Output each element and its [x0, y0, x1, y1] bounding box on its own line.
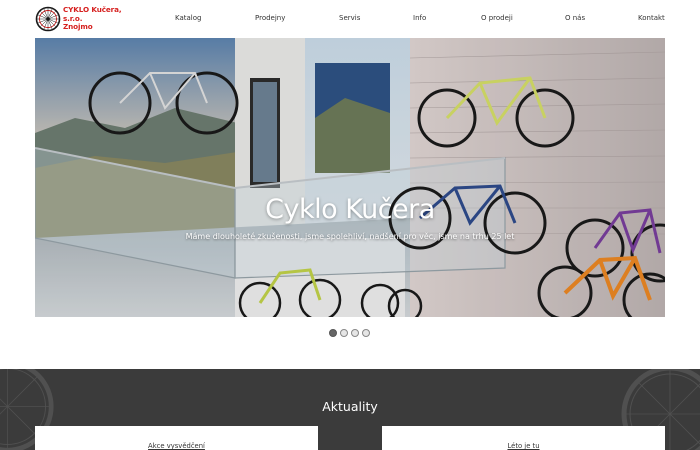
news-heading: Aktuality [322, 399, 378, 414]
slider-dot-4[interactable] [362, 329, 370, 337]
hero-subtitle: Máme dlouholeté zkušenosti, jsme spolehl… [185, 232, 515, 241]
nav-item-servis[interactable]: Servis [339, 14, 360, 22]
slider-dot-1[interactable] [329, 329, 337, 337]
news-card-1[interactable]: Akce vysvědčení [35, 426, 318, 450]
slider-pagination [329, 329, 370, 337]
main-nav: Katalog Prodejny Servis Info O prodeji O… [0, 14, 700, 26]
nav-item-o-prodeji[interactable]: O prodeji [481, 14, 513, 22]
nav-item-info[interactable]: Info [413, 14, 426, 22]
nav-item-katalog[interactable]: Katalog [175, 14, 201, 22]
news-section: Aktuality Akce vysvědčení Léto je tu [0, 369, 700, 450]
nav-item-prodejny[interactable]: Prodejny [255, 14, 285, 22]
news-card-1-link[interactable]: Akce vysvědčení [35, 442, 318, 450]
hero-title: Cyklo Kučera [265, 194, 435, 225]
site-header: CYKLO Kučera, s.r.o. Znojmo Katalog Prod… [0, 0, 700, 38]
nav-item-kontakt[interactable]: Kontakt [638, 14, 665, 22]
nav-item-o-nas[interactable]: O nás [565, 14, 585, 22]
news-card-2[interactable]: Léto je tu [382, 426, 665, 450]
hero-slider[interactable]: Cyklo Kučera Máme dlouholeté zkušenosti,… [35, 38, 665, 317]
news-card-2-link[interactable]: Léto je tu [382, 442, 665, 450]
slider-dot-3[interactable] [351, 329, 359, 337]
hero-image [35, 38, 665, 317]
slider-dot-2[interactable] [340, 329, 348, 337]
